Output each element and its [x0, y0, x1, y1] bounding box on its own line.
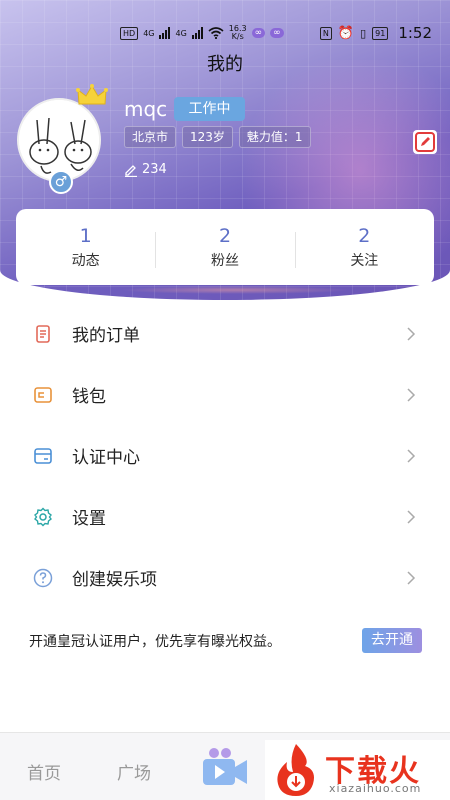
- wifi-icon: [208, 27, 224, 39]
- male-gender-icon: ♂: [49, 170, 73, 194]
- stat-fans-label: 粉丝: [210, 253, 239, 269]
- username: mqc: [124, 97, 168, 121]
- question-icon: [33, 568, 53, 587]
- vip-promo-text: 开通皇冠认证用户，优先享有曝光权益。: [29, 634, 281, 650]
- watermark: 下载火 xiazaihuo.com: [265, 740, 450, 800]
- alarm-icon: ⏰: [337, 25, 355, 41]
- network-speed: 16.3 K/s: [229, 25, 247, 41]
- menu-item-create-entertainment[interactable]: 创建娱乐项: [0, 547, 450, 608]
- settings-icon: [34, 507, 52, 526]
- wallet-icon: [34, 386, 52, 403]
- menu-item-orders[interactable]: 我的订单: [0, 303, 450, 364]
- network-type-2: 4G: [175, 28, 187, 38]
- work-status-badge: 工作中: [174, 97, 245, 121]
- tab-home[interactable]: 首页: [27, 759, 61, 784]
- stat-fans[interactable]: 2 粉丝: [155, 224, 294, 270]
- nfc-icon: N: [319, 26, 332, 40]
- stat-posts-value: 1: [79, 225, 92, 247]
- chevron-right-icon: [407, 570, 416, 585]
- crown-icon: [76, 84, 108, 105]
- stats-card: 1 动态 2 粉丝 2 关注: [16, 209, 434, 285]
- flame-logo-icon: [277, 744, 314, 796]
- menu-item-wallet[interactable]: 钱包: [0, 364, 450, 425]
- vibrate-icon: ▯: [360, 26, 367, 40]
- signal-icon: [159, 27, 171, 39]
- stat-posts[interactable]: 1 动态: [16, 224, 155, 270]
- chevron-right-icon: [407, 387, 416, 402]
- chevron-right-icon: [407, 326, 416, 341]
- stat-following-label: 关注: [350, 253, 379, 269]
- menu-item-orders-label: 我的订单: [72, 326, 140, 346]
- menu-item-wallet-label: 钱包: [72, 387, 106, 407]
- video-camera-icon[interactable]: [200, 743, 250, 793]
- menu-list: 我的订单 钱包 认证中心 设置 创建娱乐项: [0, 303, 450, 608]
- stat-following-value: 2: [358, 225, 371, 247]
- hd-indicator: HD: [120, 26, 139, 40]
- menu-item-create-entertainment-label: 创建娱乐项: [72, 570, 157, 590]
- stat-posts-label: 动态: [71, 253, 100, 269]
- tab-square[interactable]: 广场: [117, 759, 151, 784]
- stat-following[interactable]: 2 关注: [294, 224, 434, 270]
- stat-fans-value: 2: [218, 225, 232, 247]
- network-speed-unit: K/s: [231, 32, 244, 41]
- edit-icon: [415, 132, 435, 152]
- menu-item-certification[interactable]: 认证中心: [0, 425, 450, 486]
- battery-icon: 91: [372, 26, 389, 40]
- profile-tags: 北京市 123岁 魅力值：1: [124, 126, 311, 148]
- order-icon: [36, 324, 50, 343]
- link-icon: ∞: [251, 28, 266, 38]
- page-title: 我的: [207, 54, 243, 75]
- menu-item-certification-label: 认证中心: [72, 448, 140, 468]
- link-icon-2: ∞: [270, 28, 284, 38]
- clock: 1:52: [398, 24, 432, 42]
- chevron-right-icon: [407, 509, 416, 524]
- edit-profile-button[interactable]: [413, 130, 437, 154]
- status-bar: HD 4G 4G 16.3 K/s ∞ ∞ N ⏰ ▯ 91 1:52: [0, 20, 450, 46]
- certification-icon: [34, 447, 52, 464]
- card-shadow-glow: [120, 286, 350, 294]
- menu-item-settings[interactable]: 设置: [0, 486, 450, 547]
- tag-age: 123岁: [182, 126, 233, 148]
- menu-item-settings-label: 设置: [72, 509, 106, 529]
- tag-charm: 魅力值：1: [238, 126, 311, 148]
- network-type-1: 4G: [143, 28, 155, 38]
- edit-count: 234: [142, 162, 167, 177]
- edit-count-row: 234: [124, 162, 167, 177]
- crown-vip-promo: 开通皇冠认证用户，优先享有曝光权益。 去开通: [0, 624, 450, 658]
- open-vip-button[interactable]: 去开通: [362, 628, 422, 653]
- signal-icon-2: [191, 27, 203, 39]
- tag-city: 北京市: [124, 126, 177, 148]
- watermark-site: xiazaihuo.com: [329, 782, 422, 795]
- chevron-right-icon: [407, 448, 416, 463]
- pencil-icon: [125, 164, 137, 177]
